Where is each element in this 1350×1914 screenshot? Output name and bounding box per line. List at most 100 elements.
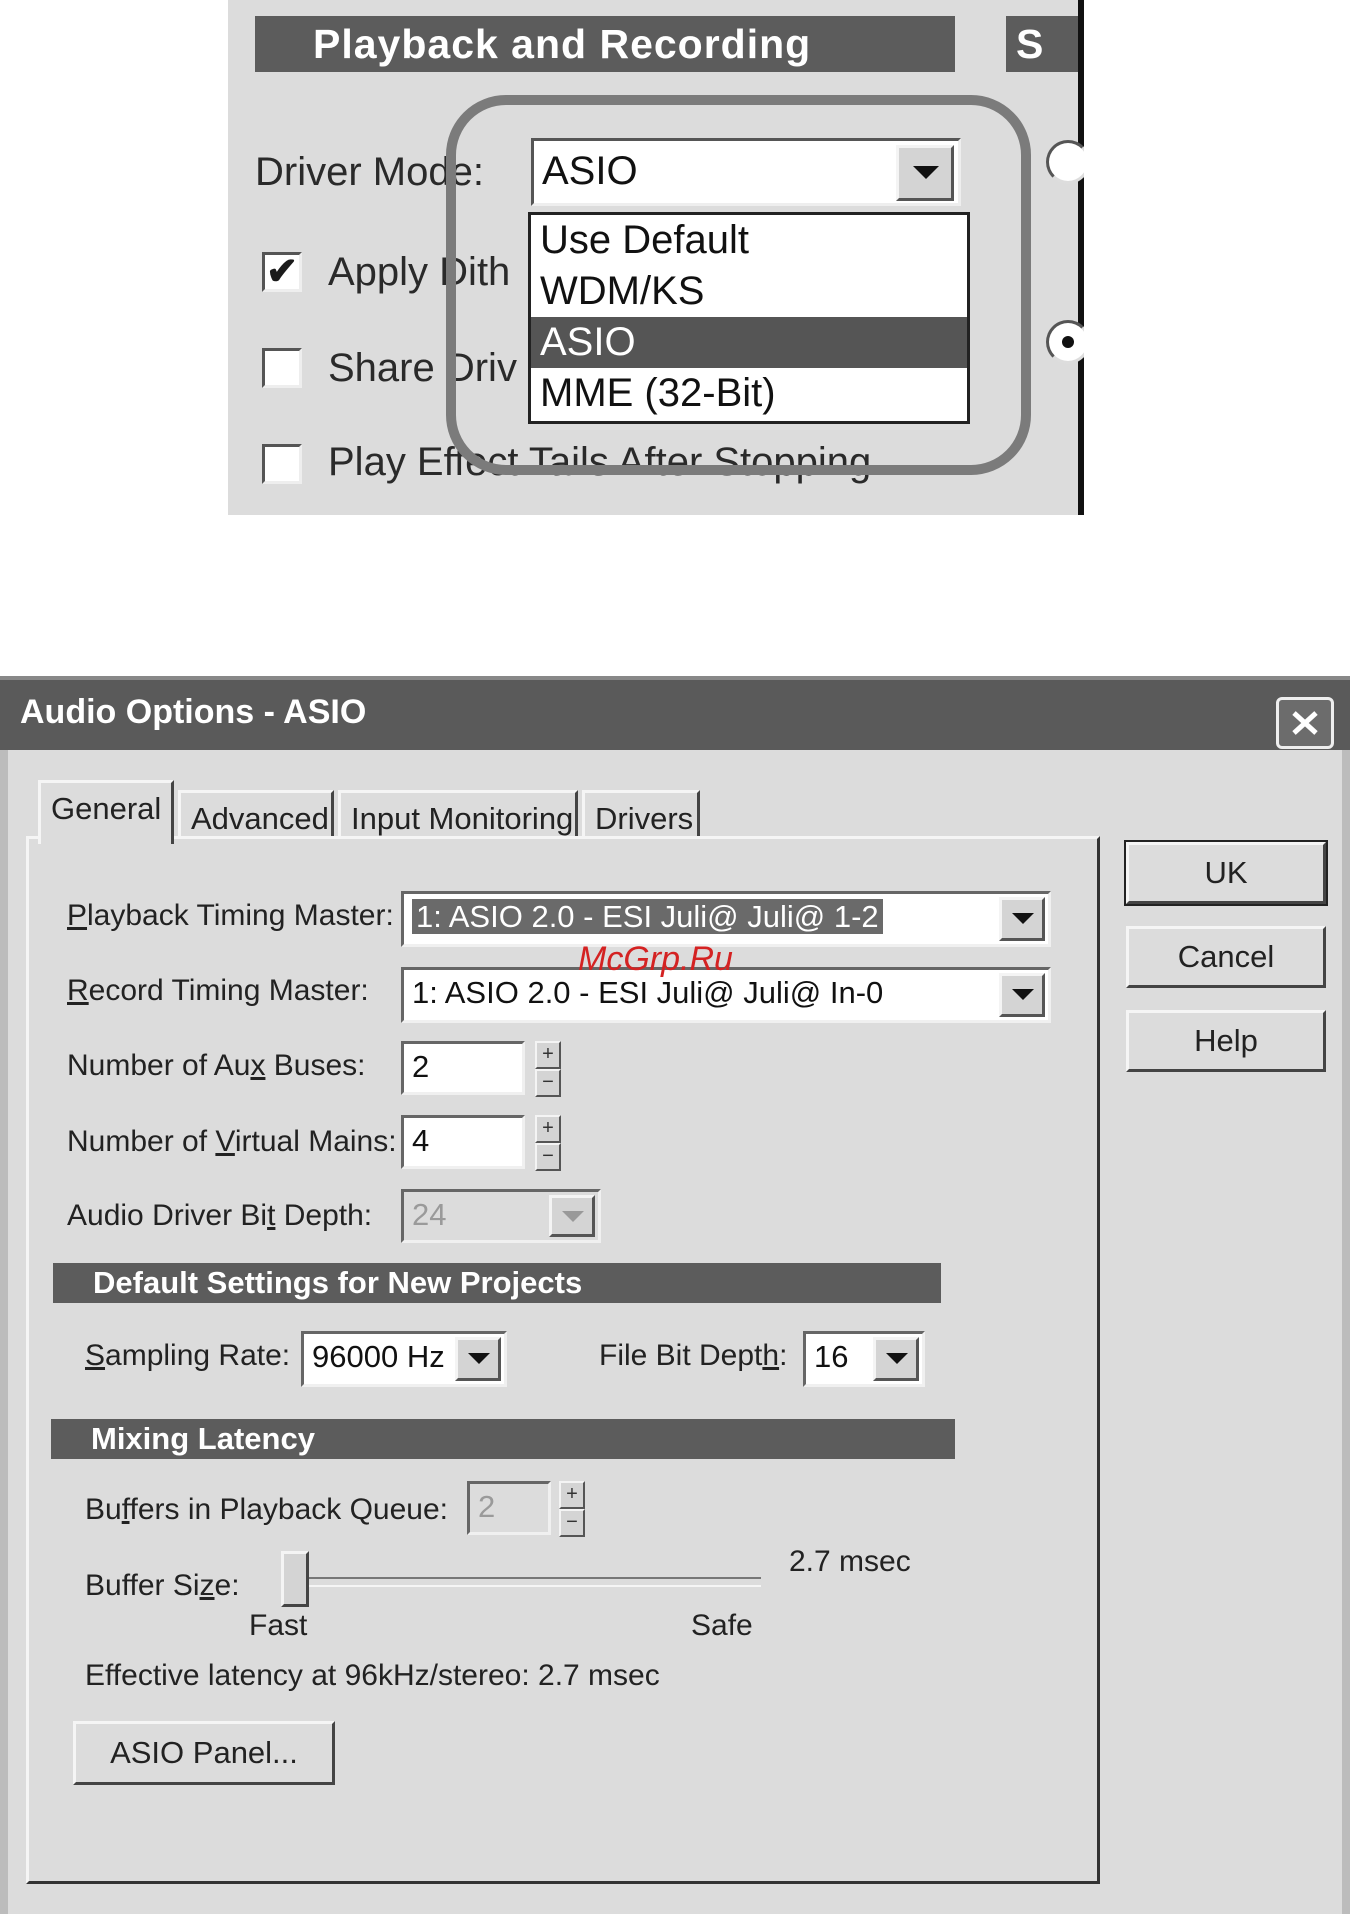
mnemonic: h	[762, 1339, 780, 1372]
general-tab-panel: Playback Timing Master: 1: ASIO 2.0 - ES…	[26, 836, 1100, 1884]
driver-bit-depth-label: Audio Driver Bit Depth:	[67, 1199, 372, 1233]
label-text: Bu	[85, 1493, 122, 1526]
asio-panel-button[interactable]: ASIO Panel...	[73, 1721, 335, 1785]
label-text: Number of Au	[67, 1049, 251, 1082]
sampling-rate-value: 96000 Hz	[312, 1339, 445, 1374]
virtual-mains-input[interactable]: 4	[401, 1115, 525, 1169]
tab-general[interactable]: General	[38, 780, 174, 844]
label-text: layback Timing Master:	[87, 899, 394, 932]
spin-up-icon[interactable]: +	[535, 1115, 561, 1143]
share-drivers-checkbox[interactable]	[262, 348, 302, 388]
dialog-client-area: General Advanced Input Monitoring Driver…	[8, 750, 1342, 1914]
buffers-queue-label: Buffers in Playback Queue:	[85, 1493, 448, 1527]
buffer-size-label: Buffer Size:	[85, 1569, 240, 1603]
mixing-latency-header: Mixing Latency	[51, 1419, 955, 1459]
close-icon	[1292, 711, 1318, 735]
tab-advanced[interactable]: Advanced	[178, 790, 334, 842]
cancel-button[interactable]: Cancel	[1126, 926, 1326, 988]
excerpt-edge	[1078, 0, 1084, 515]
buffer-size-slider-thumb[interactable]	[281, 1551, 309, 1607]
spin-down-icon[interactable]: −	[535, 1069, 561, 1097]
record-timing-master-dropdown-button[interactable]	[999, 973, 1045, 1017]
mnemonic: S	[85, 1339, 106, 1372]
label-text: Buffer Si	[85, 1569, 200, 1602]
tab-input-monitoring[interactable]: Input Monitoring	[338, 790, 578, 842]
radio-dot-icon	[1062, 336, 1074, 348]
label-text: Depth:	[275, 1199, 373, 1232]
buffers-queue-input: 2	[467, 1481, 551, 1535]
chevron-down-icon	[1012, 913, 1034, 924]
close-button[interactable]	[1276, 697, 1334, 749]
sampling-rate-label: Sampling Rate:	[85, 1339, 290, 1373]
slider-max-label: Safe	[691, 1609, 753, 1642]
mnemonic: V	[215, 1125, 235, 1158]
spin-up-icon[interactable]: +	[535, 1041, 561, 1069]
spin-down-icon[interactable]: −	[535, 1143, 561, 1171]
watermark-text: McGrp.Ru	[578, 940, 733, 978]
highlight-callout	[446, 95, 1031, 475]
chevron-down-icon	[886, 1353, 908, 1364]
virtual-mains-spinner[interactable]: + −	[535, 1115, 561, 1171]
aux-buses-spinner[interactable]: + −	[535, 1041, 561, 1097]
audio-options-dialog: Audio Options - ASIO General Advanced In…	[0, 676, 1350, 1914]
playback-timing-master-select[interactable]: 1: ASIO 2.0 - ESI Juli@ Juli@ 1-2	[401, 891, 1051, 947]
buffers-queue-spinner: + −	[559, 1481, 585, 1537]
virtual-mains-label: Number of Virtual Mains:	[67, 1125, 397, 1159]
mnemonic: R	[67, 974, 89, 1007]
driver-mode-excerpt: Playback and Recording S Driver Mode: AS…	[228, 0, 1084, 515]
mnemonic: x	[250, 1049, 266, 1082]
spin-up-icon: +	[559, 1481, 585, 1509]
label-text: Audio Driver Bi	[67, 1199, 268, 1232]
cut-section-header-text: S	[1016, 21, 1044, 67]
title-bar[interactable]: Audio Options - ASIO	[0, 676, 1350, 750]
playback-timing-master-label: Playback Timing Master:	[67, 899, 394, 933]
label-text: e:	[214, 1569, 240, 1602]
driver-bit-depth-select: 24	[401, 1189, 601, 1243]
driver-bit-depth-dropdown-button	[549, 1195, 595, 1237]
file-bit-depth-select[interactable]: 16	[803, 1331, 925, 1387]
spin-down-icon: −	[559, 1509, 585, 1537]
chevron-down-icon	[468, 1353, 490, 1364]
label-text: File Bit Dept	[599, 1339, 763, 1372]
apply-dither-checkbox[interactable]: ✔	[262, 252, 302, 292]
playback-timing-master-dropdown-button[interactable]	[999, 897, 1045, 941]
label-text: ampling Rate:	[105, 1339, 291, 1372]
sampling-rate-select[interactable]: 96000 Hz	[301, 1331, 507, 1387]
radio-button-selected[interactable]	[1046, 320, 1084, 364]
buffer-size-value: 2.7 msec	[789, 1545, 911, 1578]
sampling-rate-dropdown-button[interactable]	[455, 1337, 501, 1381]
mnemonic: P	[67, 899, 88, 932]
label-text: Buses:	[265, 1049, 366, 1082]
record-timing-master-label: Record Timing Master:	[67, 974, 369, 1008]
aux-buses-input[interactable]: 2	[401, 1041, 525, 1095]
help-button[interactable]: Help	[1126, 1010, 1326, 1072]
label-text: ecord Timing Master:	[88, 974, 369, 1007]
aux-buses-label: Number of Aux Buses:	[67, 1049, 366, 1083]
buffer-size-slider-track[interactable]	[281, 1577, 761, 1587]
slider-min-label: Fast	[249, 1609, 308, 1642]
record-timing-master-value: 1: ASIO 2.0 - ESI Juli@ Juli@ In-0	[412, 975, 884, 1010]
file-bit-depth-dropdown-button[interactable]	[873, 1337, 919, 1381]
playback-recording-header: Playback and Recording	[255, 16, 955, 72]
label-text: irtual Mains:	[234, 1125, 397, 1158]
file-bit-depth-value: 16	[814, 1339, 849, 1374]
chevron-down-icon	[1012, 989, 1034, 1000]
playback-timing-master-value: 1: ASIO 2.0 - ESI Juli@ Juli@ 1-2	[412, 899, 883, 934]
file-bit-depth-label: File Bit Depth:	[599, 1339, 787, 1373]
cut-section-header: S	[1006, 16, 1084, 72]
label-text: Number of	[67, 1125, 216, 1158]
driver-bit-depth-value: 24	[412, 1197, 447, 1232]
label-text: fers in Playback Queue:	[129, 1493, 449, 1526]
default-settings-header: Default Settings for New Projects	[53, 1263, 941, 1303]
effective-latency-text: Effective latency at 96kHz/stereo: 2.7 m…	[85, 1659, 660, 1692]
tab-drivers[interactable]: Drivers	[582, 790, 700, 842]
mnemonic: f	[121, 1493, 130, 1526]
play-effect-tails-checkbox[interactable]	[262, 444, 302, 484]
chevron-down-icon	[562, 1211, 584, 1222]
mnemonic: z	[199, 1569, 215, 1602]
ok-button[interactable]: UK	[1124, 840, 1328, 906]
label-text: :	[779, 1339, 788, 1372]
radio-button[interactable]	[1046, 140, 1084, 184]
checkmark-icon: ✔	[266, 251, 298, 293]
dialog-title: Audio Options - ASIO	[20, 693, 367, 731]
